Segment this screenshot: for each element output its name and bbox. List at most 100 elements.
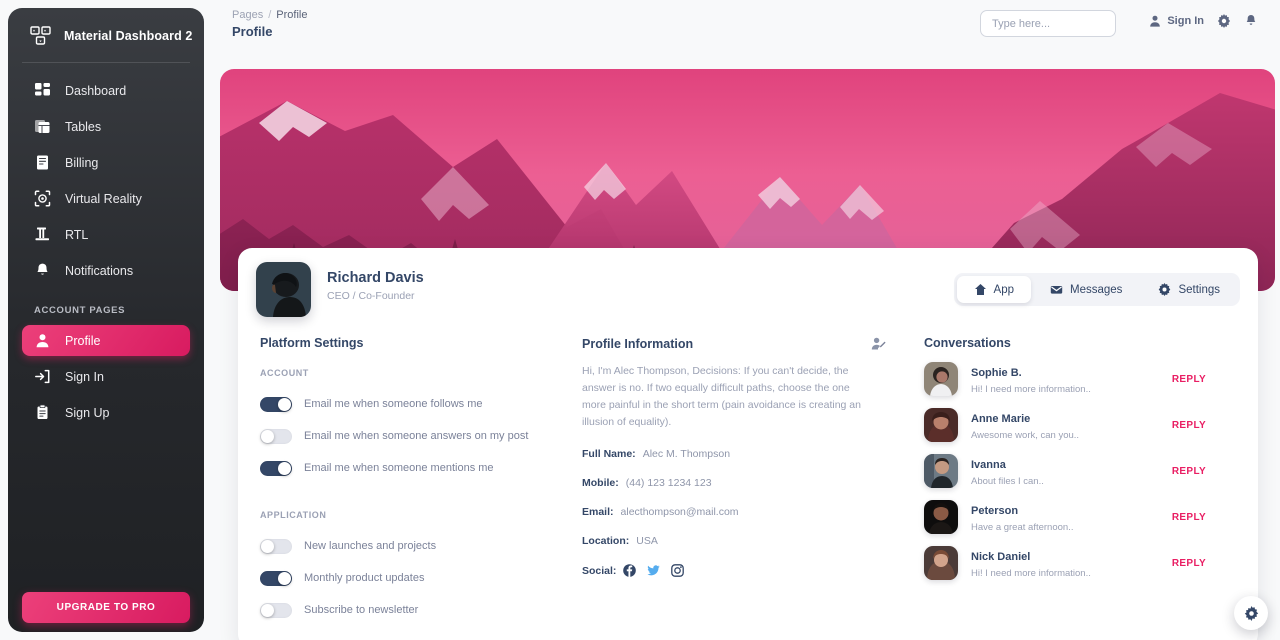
home-icon <box>974 283 987 296</box>
setting-label: Monthly product updates <box>304 572 425 584</box>
sidebar-item-label: Profile <box>65 333 101 348</box>
field-value: USA <box>636 535 658 547</box>
sidebar-item-notifications[interactable]: Notifications <box>22 255 190 286</box>
list-item[interactable]: Sophie B. Hi! I need more information.. … <box>924 362 1230 396</box>
reply-button[interactable]: REPLY <box>1172 512 1206 523</box>
person-icon <box>34 332 51 349</box>
conversation-message: Hi! I need more information.. <box>971 384 1091 395</box>
search-input[interactable] <box>980 10 1116 37</box>
conversations-column: Conversations Sophie B. Hi! I need more … <box>910 336 1230 626</box>
sidebar-item-rtl[interactable]: RTL <box>22 219 190 250</box>
profile-header: Richard Davis CEO / Co-Founder App Messa… <box>238 248 1258 324</box>
sidebar: Material Dashboard 2 Dashboard Tables Bi… <box>8 8 204 632</box>
profile-bio: Hi, I'm Alec Thompson, Decisions: If you… <box>582 365 861 428</box>
field-location: Location: USA <box>582 535 910 547</box>
setting-label: Subscribe to newsletter <box>304 604 419 616</box>
sidebar-item-virtual-reality[interactable]: Virtual Reality <box>22 183 190 214</box>
sidebar-item-billing[interactable]: Billing <box>22 147 190 178</box>
sidebar-item-label: Virtual Reality <box>65 191 142 206</box>
setting-label: New launches and projects <box>304 540 437 552</box>
tab-label: Settings <box>1178 283 1220 296</box>
reply-button[interactable]: REPLY <box>1172 558 1206 569</box>
conversation-message: Have a great afternoon.. <box>971 522 1074 533</box>
avatar-sophie <box>924 362 958 396</box>
field-value: Alec M. Thompson <box>642 448 731 460</box>
profile-tabs: App Messages Settings <box>953 273 1240 306</box>
sidebar-section-label: ACCOUNT PAGES <box>34 305 126 316</box>
profile-information-header: Profile Information <box>582 336 910 351</box>
bell-icon <box>34 262 51 279</box>
toggle-email-mentions[interactable] <box>260 460 292 476</box>
gear-icon <box>1244 605 1259 621</box>
avatar-anne <box>924 408 958 442</box>
tab-label: App <box>993 283 1015 296</box>
sidebar-item-dashboard[interactable]: Dashboard <box>22 75 190 106</box>
field-mobile: Mobile: (44) 123 1234 123 <box>582 477 910 489</box>
toggle-monthly-updates[interactable] <box>260 570 292 586</box>
breadcrumb-root[interactable]: Pages <box>232 9 263 21</box>
sign-in-label: Sign In <box>1167 15 1204 27</box>
toggle-newsletter[interactable] <box>260 602 292 618</box>
reply-button[interactable]: REPLY <box>1172 420 1206 431</box>
vr-icon <box>34 190 51 207</box>
conversation-name: Ivanna <box>971 459 1006 471</box>
sidebar-item-tables[interactable]: Tables <box>22 111 190 142</box>
toggle-email-answers[interactable] <box>260 428 292 444</box>
instagram-icon[interactable] <box>671 564 685 577</box>
conversation-name: Anne Marie <box>971 413 1031 425</box>
toggle-new-launches[interactable] <box>260 538 292 554</box>
brand-title: Material Dashboard 2 <box>64 29 193 43</box>
gear-icon[interactable] <box>1217 14 1231 28</box>
tab-app[interactable]: App <box>956 276 1032 303</box>
field-email: Email: alecthompson@mail.com <box>582 506 910 518</box>
app-root: Material Dashboard 2 Dashboard Tables Bi… <box>0 0 1280 640</box>
reply-button[interactable]: REPLY <box>1172 466 1206 477</box>
conversation-message: Hi! I need more information.. <box>971 568 1091 579</box>
table-icon <box>34 118 51 135</box>
edit-user-icon[interactable] <box>871 336 886 351</box>
breadcrumb-separator: / <box>268 9 272 21</box>
sidebar-item-sign-up[interactable]: Sign Up <box>22 397 190 428</box>
tab-messages[interactable]: Messages <box>1033 276 1139 303</box>
field-social: Social: <box>582 564 910 577</box>
setting-row: Email me when someone answers on my post <box>260 420 570 452</box>
conversation-text: Ivanna About files I can.. <box>971 455 1172 487</box>
sidebar-item-sign-in[interactable]: Sign In <box>22 361 190 392</box>
topbar-actions: Sign In <box>1148 14 1258 28</box>
setting-row: New launches and projects <box>260 530 570 562</box>
sign-in-button[interactable]: Sign In <box>1148 14 1204 28</box>
list-item[interactable]: Anne Marie Awesome work, can you.. REPLY <box>924 408 1230 442</box>
setting-label: Email me when someone mentions me <box>304 462 494 474</box>
toggle-email-follows[interactable] <box>260 396 292 412</box>
settings-fab-button[interactable] <box>1234 596 1268 630</box>
page-title: Profile <box>232 24 273 39</box>
facebook-icon[interactable] <box>623 564 637 577</box>
field-value: (44) 123 1234 123 <box>625 477 712 489</box>
reply-button[interactable]: REPLY <box>1172 374 1206 385</box>
list-item[interactable]: Peterson Have a great afternoon.. REPLY <box>924 500 1230 534</box>
sidebar-item-label: Tables <box>65 119 102 134</box>
avatar-peterson <box>924 500 958 534</box>
avatar[interactable] <box>256 262 311 317</box>
field-key: Location: <box>582 535 630 547</box>
bell-icon[interactable] <box>1244 14 1258 28</box>
person-icon <box>1148 14 1162 28</box>
sidebar-nav: Dashboard Tables Billing Virtual Reality… <box>8 63 204 428</box>
sidebar-item-profile[interactable]: Profile <box>22 325 190 356</box>
upgrade-to-pro-button[interactable]: UPGRADE TO PRO <box>22 592 190 623</box>
conversation-message: About files I can.. <box>971 476 1044 487</box>
tab-settings[interactable]: Settings <box>1141 276 1237 303</box>
field-key: Email: <box>582 506 614 518</box>
twitter-icon[interactable] <box>647 564 661 577</box>
sidebar-item-label: Sign Up <box>65 405 110 420</box>
setting-label: Email me when someone answers on my post <box>304 430 529 442</box>
setting-label: Email me when someone follows me <box>304 398 483 410</box>
list-item[interactable]: Nick Daniel Hi! I need more information.… <box>924 546 1230 580</box>
field-key: Full Name: <box>582 448 636 460</box>
conversation-name: Sophie B. <box>971 367 1022 379</box>
list-item[interactable]: Ivanna About files I can.. REPLY <box>924 454 1230 488</box>
profile-card: Richard Davis CEO / Co-Founder App Messa… <box>238 248 1258 640</box>
brand[interactable]: Material Dashboard 2 <box>8 8 204 62</box>
login-icon <box>34 368 51 385</box>
conversation-text: Peterson Have a great afternoon.. <box>971 501 1172 533</box>
